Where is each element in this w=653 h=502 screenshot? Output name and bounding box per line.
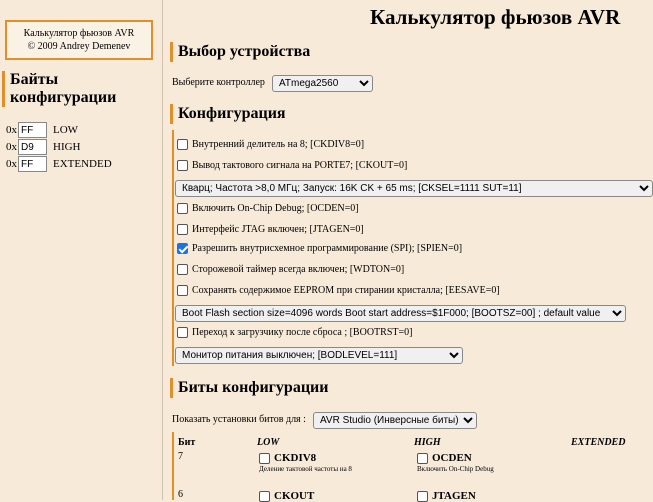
eesave-label: Сохранять содержимое EEPROM при стирании… — [192, 285, 500, 296]
bit-cell-high-7: OCDEN Включить On-Chip Debug — [417, 452, 494, 473]
jtagen-checkbox[interactable] — [177, 224, 188, 235]
option-eesave[interactable]: Сохранять содержимое EEPROM при стирании… — [177, 285, 500, 296]
col-high-header: HIGH — [414, 437, 441, 448]
device-select-label: Выберите контроллер — [172, 77, 265, 88]
high-byte-label: HIGH — [53, 141, 81, 153]
bit-description: Включить On-Chip Debug — [417, 465, 494, 473]
ckdiv8-label: Внутренний делитель на 8; [CKDIV8=0] — [192, 139, 365, 150]
option-ocden[interactable]: Включить On-Chip Debug; [OCDEN=0] — [177, 203, 359, 214]
extended-byte-row: 0x EXTENDED — [6, 156, 112, 172]
device-select-wrap: ATmega2560 — [272, 73, 373, 92]
extended-byte-input[interactable] — [18, 156, 47, 172]
bit-name: CKDIV8 — [274, 452, 317, 464]
high-byte-input[interactable] — [18, 139, 47, 155]
spien-label: Разрешить внутрисхемное программирование… — [192, 243, 463, 254]
option-bootrst[interactable]: Переход к загрузчику после сброса ; [BOO… — [177, 327, 412, 338]
hex-prefix: 0x — [6, 141, 17, 153]
bit-number: 7 — [178, 451, 183, 462]
bit-name: JTAGEN — [432, 490, 476, 502]
bit-ocden-checkbox[interactable] — [417, 452, 428, 464]
bit-name: OCDEN — [432, 452, 472, 464]
hex-prefix: 0x — [6, 124, 17, 136]
high-byte-row: 0x HIGH — [6, 139, 81, 155]
option-wdton[interactable]: Сторожевой таймер всегда включен; [WDTON… — [177, 264, 404, 275]
eesave-checkbox[interactable] — [177, 285, 188, 296]
bytes-section-title: Байты конфигурации — [2, 71, 152, 107]
low-byte-label: LOW — [53, 124, 79, 136]
bit-description: Деление тактовой частоты на 8 — [259, 465, 352, 473]
bit-number: 6 — [178, 489, 183, 500]
clock-select-wrap: Кварц; Частота >8,0 МГц; Запуск: 16K CK … — [175, 178, 653, 197]
bit-name: CKOUT — [274, 490, 315, 502]
bootrst-label: Переход к загрузчику после сброса ; [BOO… — [192, 327, 413, 338]
spien-checkbox[interactable] — [177, 243, 188, 254]
option-spien[interactable]: Разрешить внутрисхемное программирование… — [177, 243, 462, 254]
wdton-checkbox[interactable] — [177, 264, 188, 275]
bod-select-wrap: Монитор питания выключен; [BODLEVEL=111] — [175, 345, 463, 364]
wdton-label: Сторожевой таймер всегда включен; [WDTON… — [192, 264, 405, 275]
copyright-author: © 2009 Andrey Demenev — [27, 41, 131, 52]
option-ckout[interactable]: Вывод тактового сигнала на PORTE7; [CKOU… — [177, 160, 407, 171]
col-extended-header: EXTENDED — [571, 437, 626, 448]
ckout-label: Вывод тактового сигнала на PORTE7; [CKOU… — [192, 160, 408, 171]
option-ckdiv8[interactable]: Внутренний делитель на 8; [CKDIV8=0] — [177, 139, 364, 150]
config-section-title: Конфигурация — [170, 104, 286, 124]
col-bit-header: Бит — [178, 437, 196, 448]
device-section-title: Выбор устройства — [170, 42, 310, 62]
ckdiv8-checkbox[interactable] — [177, 139, 188, 150]
ocden-label: Включить On-Chip Debug; [OCDEN=0] — [192, 203, 359, 214]
low-byte-input[interactable] — [18, 122, 47, 138]
col-low-header: LOW — [257, 437, 280, 448]
ckout-checkbox[interactable] — [177, 160, 188, 171]
option-jtagen[interactable]: Интерфейс JTAG включен; [JTAGEN=0] — [177, 224, 364, 235]
bits-mode-select[interactable]: AVR Studio (Инверсные биты) — [313, 412, 477, 429]
bit-ckdiv8-checkbox[interactable] — [259, 452, 270, 464]
bod-level-select[interactable]: Монитор питания выключен; [BODLEVEL=111] — [175, 347, 463, 364]
column-divider — [162, 0, 163, 500]
bit-cell-low-6: CKOUT — [259, 490, 314, 502]
extended-byte-label: EXTENDED — [53, 158, 112, 170]
hex-prefix: 0x — [6, 158, 17, 170]
bootrst-checkbox[interactable] — [177, 327, 188, 338]
device-select[interactable]: ATmega2560 — [272, 75, 373, 92]
bit-cell-low-7: CKDIV8 Деление тактовой частоты на 8 — [259, 452, 352, 473]
copyright-box: Калькулятор фьюзов AVR © 2009 Andrey Dem… — [5, 20, 153, 60]
bits-mode-wrap: AVR Studio (Инверсные биты) — [313, 410, 477, 429]
page-title: Калькулятор фьюзов AVR — [370, 5, 621, 29]
bit-cell-high-6: JTAGEN — [417, 490, 476, 502]
clock-select[interactable]: Кварц; Частота >8,0 МГц; Запуск: 16K CK … — [175, 180, 653, 197]
copyright-title: Калькулятор фьюзов AVR — [23, 28, 135, 39]
boot-size-select[interactable]: Boot Flash section size=4096 words Boot … — [175, 305, 626, 322]
bits-section-title: Биты конфигурации — [170, 378, 328, 398]
boot-select-wrap: Boot Flash section size=4096 words Boot … — [175, 303, 626, 322]
bits-show-label: Показать установки битов для : — [172, 414, 306, 425]
jtagen-label: Интерфейс JTAG включен; [JTAGEN=0] — [192, 224, 364, 235]
low-byte-row: 0x LOW — [6, 122, 78, 138]
ocden-checkbox[interactable] — [177, 203, 188, 214]
